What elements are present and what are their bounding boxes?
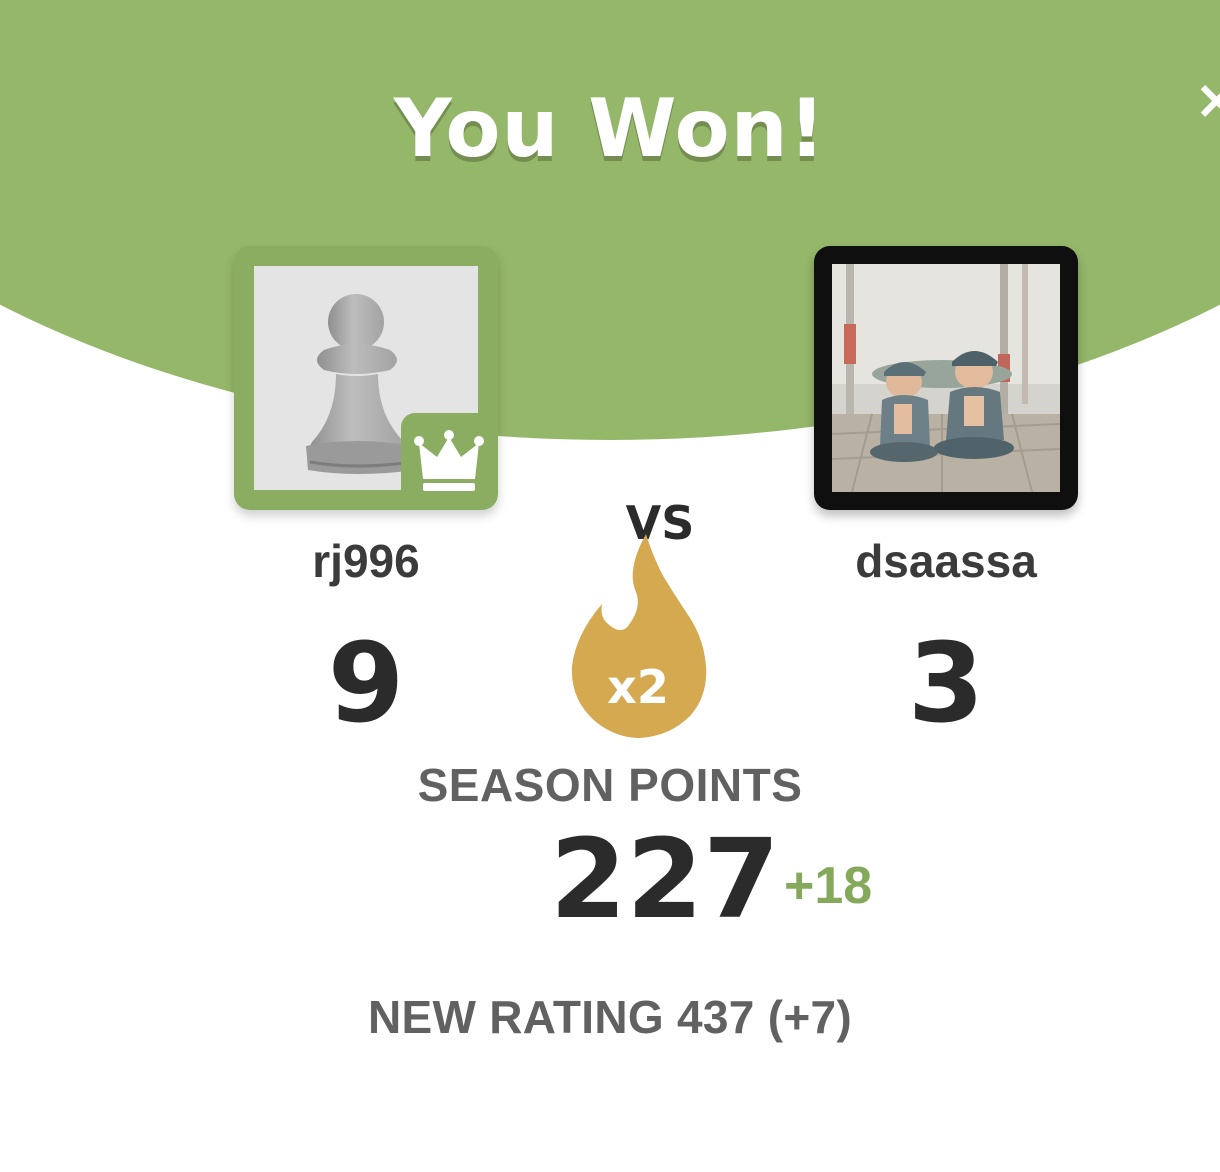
season-points-value: 227 [550, 815, 780, 943]
multiplier-label: x2 [607, 660, 669, 714]
opponent-name[interactable]: dsaassa [796, 534, 1096, 588]
opponent-score: 3 [907, 619, 985, 747]
photo-avatar [832, 264, 1060, 492]
season-points-label: SEASON POINTS [417, 759, 803, 811]
opponent-avatar[interactable] [814, 246, 1078, 510]
season-points-delta: +18 [784, 857, 873, 915]
crown-icon [401, 413, 497, 509]
game-result-modal: × You Won! rj996 dsaassa 9 3 VS x2 SEASO… [0, 0, 1220, 1172]
new-rating: NEW RATING 437 (+7) [367, 991, 853, 1043]
result-title: You Won! [393, 82, 827, 175]
winner-name[interactable]: rj996 [216, 534, 516, 588]
winner-score: 9 [327, 619, 405, 747]
